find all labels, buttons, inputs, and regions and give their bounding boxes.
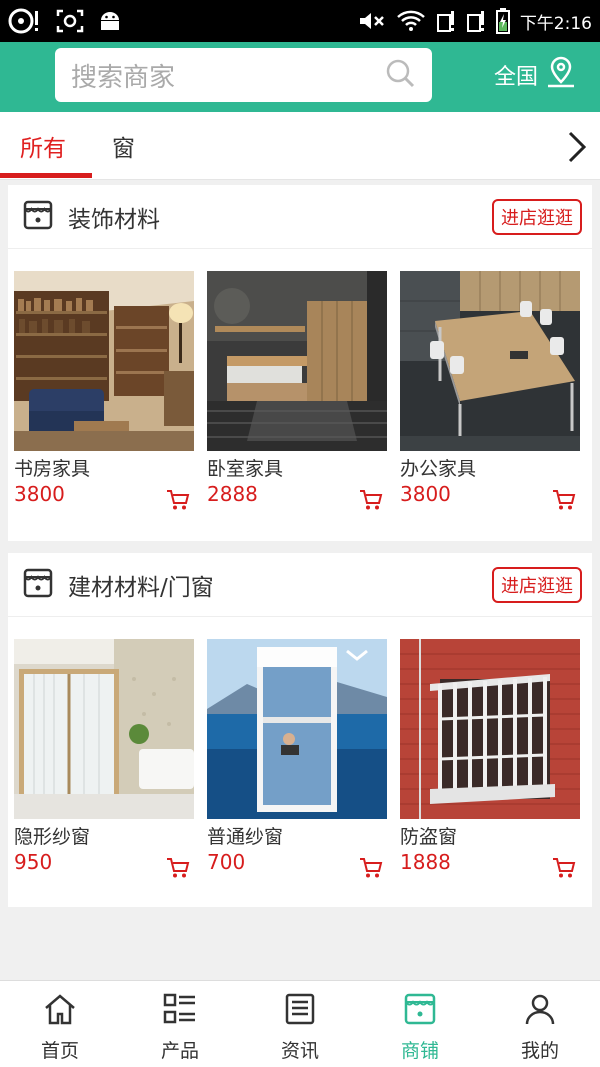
mute-icon xyxy=(358,10,386,32)
shop-icon xyxy=(403,993,437,1030)
shop-title: 装饰材料 xyxy=(68,206,160,233)
product-name: 隐形纱窗 xyxy=(14,826,91,848)
tab-window[interactable]: 窗 xyxy=(112,112,135,180)
shop-card: 建材材料/门窗 进店逛逛 隐形纱窗 950 普通纱窗 700 防盗窗 1888 xyxy=(8,553,592,907)
cart-icon[interactable] xyxy=(166,489,190,515)
nav-shops-label: 商铺 xyxy=(400,1040,439,1062)
nav-news[interactable]: 资讯 xyxy=(240,981,360,1067)
news-icon xyxy=(283,993,317,1030)
location-icon xyxy=(546,56,576,94)
region-selector[interactable]: 全国 xyxy=(494,56,576,94)
nav-mine[interactable]: 我的 xyxy=(480,981,600,1067)
product-name: 书房家具 xyxy=(14,458,91,480)
product-image-office[interactable] xyxy=(400,271,580,451)
shop-card: 装饰材料 进店逛逛 书房家具 3800 卧室家具 2888 办公家具 3800 xyxy=(8,185,592,541)
wifi-icon xyxy=(396,10,426,32)
product-name: 办公家具 xyxy=(400,458,477,480)
search-input[interactable]: 搜索商家 xyxy=(71,57,384,94)
product-card[interactable]: 防盗窗 1888 xyxy=(400,639,580,878)
active-tab-indicator xyxy=(0,173,92,178)
product-image-hidden-screen[interactable] xyxy=(14,639,194,819)
store-icon xyxy=(22,567,54,603)
product-name: 卧室家具 xyxy=(207,458,284,480)
disc-notification-icon xyxy=(8,8,42,34)
search-icon[interactable] xyxy=(384,57,416,93)
cart-icon[interactable] xyxy=(166,857,190,883)
screenshot-icon xyxy=(56,9,84,33)
battery-charging-icon xyxy=(495,8,510,34)
clock: 下午2:16 xyxy=(519,13,592,34)
chevron-right-icon[interactable] xyxy=(566,130,588,168)
product-image-normal-screen[interactable] xyxy=(207,639,387,819)
product-image-security-window[interactable] xyxy=(400,639,580,819)
store-icon xyxy=(22,199,54,235)
search-bar[interactable]: 搜索商家 xyxy=(55,48,432,102)
cart-icon[interactable] xyxy=(552,857,576,883)
app-header: 搜索商家 全国 xyxy=(0,42,600,112)
nav-shops[interactable]: 商铺 xyxy=(360,981,480,1067)
nav-home[interactable]: 首页 xyxy=(0,981,120,1067)
product-card[interactable]: 卧室家具 2888 xyxy=(207,271,387,510)
shop-card-header: 装饰材料 进店逛逛 xyxy=(8,185,592,249)
nav-products-label: 产品 xyxy=(160,1040,199,1062)
sim1-icon xyxy=(436,9,456,33)
nav-home-label: 首页 xyxy=(40,1040,79,1062)
nav-news-label: 资讯 xyxy=(280,1040,319,1062)
nav-mine-label: 我的 xyxy=(520,1040,559,1062)
sim2-icon xyxy=(466,9,486,33)
product-name: 防盗窗 xyxy=(400,826,458,848)
product-card[interactable]: 隐形纱窗 950 xyxy=(14,639,194,878)
product-row: 书房家具 3800 卧室家具 2888 办公家具 3800 xyxy=(8,249,592,541)
cart-icon[interactable] xyxy=(359,489,383,515)
status-bar: 下午2:16 xyxy=(0,0,600,42)
shop-title: 建材材料/门窗 xyxy=(68,574,214,601)
product-image-study[interactable] xyxy=(14,271,194,451)
product-image-bedroom[interactable] xyxy=(207,271,387,451)
visit-shop-button[interactable]: 进店逛逛 xyxy=(492,198,582,235)
product-card[interactable]: 普通纱窗 700 xyxy=(207,639,387,878)
product-row: 隐形纱窗 950 普通纱窗 700 防盗窗 1888 xyxy=(8,617,592,907)
bottom-navigation: 首页 产品 资讯 商铺 我的 xyxy=(0,980,600,1067)
cart-icon[interactable] xyxy=(552,489,576,515)
shop-card-header: 建材材料/门窗 进店逛逛 xyxy=(8,553,592,617)
region-label: 全国 xyxy=(494,65,539,90)
cart-icon[interactable] xyxy=(359,857,383,883)
nav-products[interactable]: 产品 xyxy=(120,981,240,1067)
android-icon xyxy=(98,9,122,33)
category-tabs: 所有 窗 xyxy=(0,112,600,180)
tab-all[interactable]: 所有 xyxy=(20,112,66,180)
product-card[interactable]: 书房家具 3800 xyxy=(14,271,194,510)
product-card[interactable]: 办公家具 3800 xyxy=(400,271,580,510)
visit-shop-button[interactable]: 进店逛逛 xyxy=(492,566,582,603)
product-name: 普通纱窗 xyxy=(207,826,284,848)
home-icon xyxy=(43,993,77,1030)
list-icon xyxy=(163,993,197,1030)
user-icon xyxy=(523,993,557,1030)
